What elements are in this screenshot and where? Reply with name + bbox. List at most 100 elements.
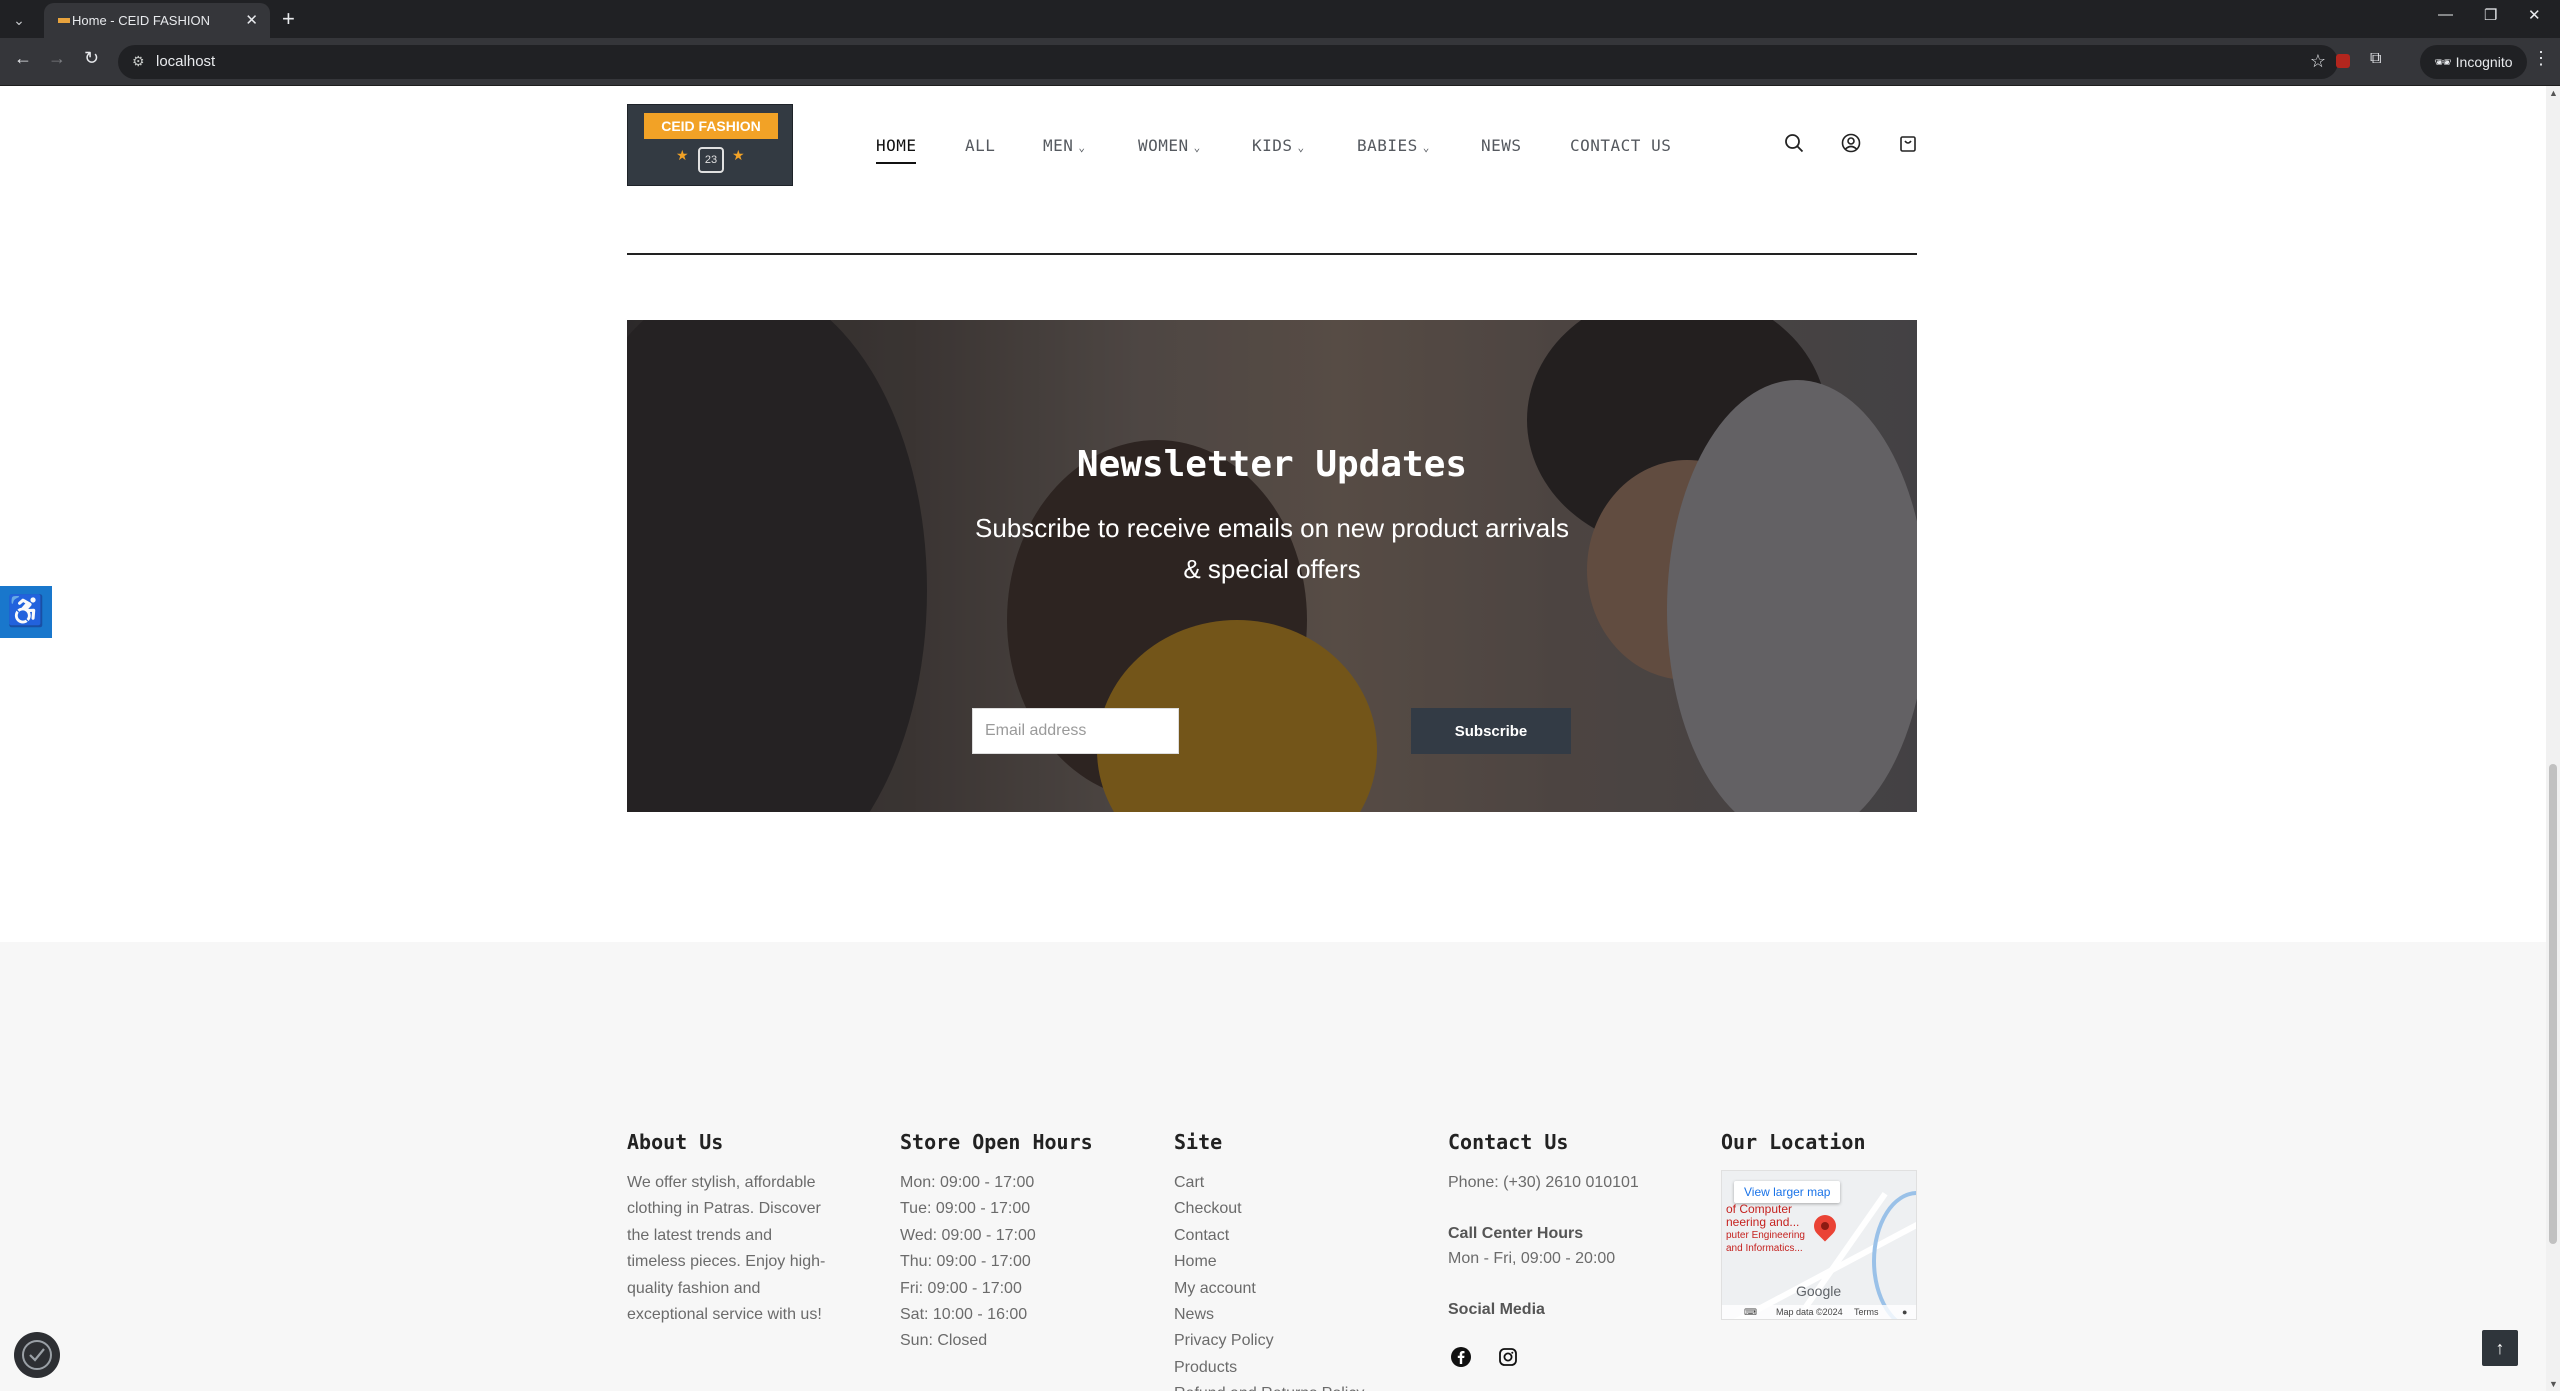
minimize-icon[interactable]: — (2438, 6, 2453, 23)
nav-men[interactable]: MEN ⌄ (1043, 136, 1086, 155)
footer-link-news[interactable]: News (1174, 1302, 1364, 1328)
extension-icon[interactable] (2336, 54, 2350, 68)
scrollbar-thumb[interactable] (2549, 764, 2557, 1244)
newsletter-section: Newsletter Updates Subscribe to receive … (627, 320, 1917, 812)
browser-tab[interactable]: Home - CEID FASHION ✕ (44, 3, 270, 38)
nav-home[interactable]: HOME (876, 136, 917, 155)
call-center-hours: Mon - Fri, 09:00 - 20:00 (1448, 1250, 1616, 1267)
new-tab-icon[interactable]: + (282, 6, 295, 32)
page-scrollbar[interactable]: ▲ ▼ (2546, 86, 2560, 1391)
forward-icon[interactable]: → (48, 48, 66, 69)
url-text[interactable]: localhost (156, 53, 215, 70)
search-icon[interactable] (1783, 132, 1805, 154)
hours-item: Tue: 09:00 - 17:00 (900, 1200, 1031, 1218)
call-center-title: Call Center Hours (1448, 1225, 1584, 1242)
footer-contact-title: Contact Us (1448, 1130, 1569, 1154)
accessibility-toggle[interactable]: ♿ (0, 586, 52, 638)
site-links-list: Cart Checkout Contact Home My account Ne… (1174, 1170, 1364, 1391)
map-report-icon[interactable]: ● (1902, 1307, 1907, 1317)
logo-star-icon: ★ (732, 147, 745, 163)
newsletter-title: Newsletter Updates (1076, 444, 1468, 485)
footer-link-privacy-policy[interactable]: Privacy Policy (1174, 1328, 1364, 1354)
window-close-icon[interactable]: ✕ (2528, 6, 2541, 24)
map-label-line: and Informatics... (1726, 1243, 1803, 1254)
footer-link-products[interactable]: Products (1174, 1355, 1364, 1381)
map-data-text: Map data ©2024 (1776, 1307, 1843, 1317)
tab-close-icon[interactable]: ✕ (245, 11, 258, 29)
nav-women-label: WOMEN (1138, 136, 1189, 155)
nav-men-label: MEN (1043, 136, 1074, 155)
logo-shirt-icon: 23 (698, 147, 724, 173)
incognito-icon: 🕶 (2434, 54, 2452, 70)
map-keyboard-icon[interactable]: ⌨ (1744, 1307, 1757, 1318)
footer-link-refund-policy[interactable]: Refund and Returns Policy (1174, 1381, 1364, 1391)
section-divider (627, 253, 1917, 255)
bookmark-star-icon[interactable]: ☆ (2310, 51, 2326, 72)
map-label-line: neering and... (1726, 1215, 1800, 1229)
footer-link-my-account[interactable]: My account (1174, 1276, 1364, 1302)
scroll-down-icon[interactable]: ▼ (2549, 1379, 2558, 1389)
hours-item: Sun: Closed (900, 1332, 988, 1350)
incognito-badge[interactable]: 🕶 Incognito (2420, 45, 2527, 79)
hours-item: Wed: 09:00 - 17:00 (900, 1226, 1036, 1244)
tab-search-icon[interactable]: ⌄ (8, 9, 30, 31)
site-logo[interactable]: CEID FASHION ★ 23 ★ (627, 104, 793, 186)
cookie-settings-button[interactable] (14, 1332, 60, 1378)
footer-about-title: About Us (627, 1130, 724, 1154)
hours-item: Mon: 09:00 - 17:00 (900, 1174, 1035, 1191)
social-media-title: Social Media (1448, 1301, 1545, 1318)
newsletter-subtitle: Subscribe to receive emails on new produ… (975, 513, 1569, 584)
nav-women[interactable]: WOMEN ⌄ (1138, 136, 1201, 155)
back-to-top-button[interactable]: ↑ (2482, 1330, 2518, 1366)
email-input[interactable] (972, 708, 1179, 754)
chevron-down-icon: ⌄ (1193, 141, 1201, 154)
facebook-icon[interactable] (1450, 1346, 1472, 1368)
footer-link-contact[interactable]: Contact (1174, 1223, 1364, 1249)
cart-bag-icon[interactable] (1897, 132, 1919, 154)
map-water (1872, 1191, 1916, 1319)
address-bar: ← → ↻ ⚙ localhost ☆ ⧉ 🕶 Incognito ⋮ (0, 38, 2560, 86)
scroll-up-icon[interactable]: ▲ (2549, 88, 2558, 98)
hours-list: Mon: 09:00 - 17:00 Tue: 09:00 - 17:00 We… (900, 1170, 1036, 1355)
view-larger-map-button[interactable]: View larger map (1734, 1181, 1841, 1203)
nav-kids[interactable]: KIDS ⌄ (1252, 136, 1305, 155)
map-pin-icon[interactable] (1809, 1210, 1841, 1242)
browser-menu-icon[interactable]: ⋮ (2532, 48, 2550, 69)
nav-news[interactable]: NEWS (1481, 136, 1522, 155)
map-pin-dot (1819, 1220, 1831, 1232)
footer-link-cart[interactable]: Cart (1174, 1170, 1364, 1196)
nav-kids-label: KIDS (1252, 136, 1293, 155)
account-icon[interactable] (1840, 132, 1862, 154)
instagram-icon[interactable] (1497, 1346, 1519, 1368)
incognito-label: Incognito (2455, 54, 2513, 70)
map-terms-link[interactable]: Terms (1854, 1307, 1879, 1317)
accessibility-icon: ♿ (7, 595, 45, 628)
extensions-puzzle-icon[interactable]: ⧉ (2370, 50, 2381, 68)
map-attribution: ⌨ Map data ©2024 Terms ● (1722, 1305, 1916, 1319)
hours-item: Sat: 10:00 - 16:00 (900, 1306, 1028, 1324)
nav-active-underline (876, 162, 916, 164)
arrow-up-icon: ↑ (2495, 1338, 2505, 1358)
footer-link-home[interactable]: Home (1174, 1249, 1364, 1275)
location-map[interactable]: View larger map of Computer neering and.… (1721, 1170, 1917, 1320)
subscribe-button[interactable]: Subscribe (1411, 708, 1571, 754)
nav-contact-us[interactable]: CONTACT US (1570, 136, 1671, 155)
omnibox[interactable]: ⚙ localhost ☆ (118, 45, 2338, 79)
map-place-label: of Computer neering and... puter Enginee… (1726, 1203, 1805, 1255)
restore-icon[interactable]: ❐ (2484, 6, 2497, 24)
footer-hours-title: Store Open Hours (900, 1130, 1093, 1154)
hours-item: Thu: 09:00 - 17:00 (900, 1253, 1031, 1271)
nav-babies-label: BABIES (1357, 136, 1418, 155)
footer-location-title: Our Location (1721, 1130, 1866, 1154)
page-viewport: CEID FASHION ★ 23 ★ HOME ALL MEN ⌄ WOMEN ⌄… (0, 86, 2546, 1391)
chevron-down-icon: ⌄ (1078, 141, 1086, 154)
nav-all[interactable]: ALL (965, 136, 995, 155)
reload-icon[interactable]: ↻ (84, 48, 99, 69)
tab-title: Home - CEID FASHION (72, 13, 210, 28)
chevron-down-icon: ⌄ (1297, 141, 1305, 154)
site-info-icon[interactable]: ⚙ (132, 53, 145, 70)
footer-link-checkout[interactable]: Checkout (1174, 1196, 1364, 1222)
map-google-logo: Google (1796, 1283, 1842, 1299)
back-icon[interactable]: ← (14, 48, 32, 69)
nav-babies[interactable]: BABIES ⌄ (1357, 136, 1430, 155)
